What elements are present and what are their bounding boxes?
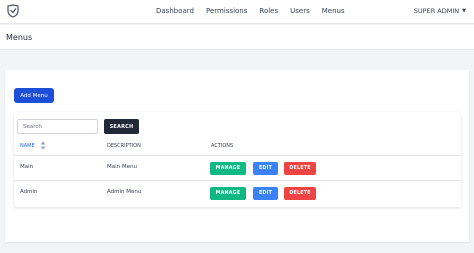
delete-button[interactable]: DELETE	[284, 187, 316, 200]
search-button[interactable]: SEARCH	[104, 119, 139, 134]
column-header-actions: ACTIONS	[211, 143, 234, 149]
nav-link-roles[interactable]: Roles	[259, 6, 278, 16]
table-row-description: Main Menu	[107, 164, 137, 170]
nav-links: Dashboard Permissions Roles Users Menus	[156, 6, 357, 16]
table-row-description: Admin Menu	[107, 189, 142, 195]
nav-link-permissions[interactable]: Permissions	[206, 6, 247, 16]
row-divider	[14, 180, 461, 181]
delete-button[interactable]: DELETE	[284, 162, 316, 175]
top-navbar: Dashboard Permissions Roles Users Menus …	[0, 0, 474, 24]
manage-button[interactable]: MANAGE	[210, 162, 246, 175]
table-row-name: Admin	[20, 189, 38, 195]
user-menu[interactable]: SUPER ADMIN ▼	[414, 6, 466, 16]
user-menu-label: SUPER ADMIN	[413, 7, 460, 15]
edit-button[interactable]: EDIT	[253, 162, 278, 175]
chevron-down-icon: ▼	[462, 8, 466, 14]
shield-logo-icon[interactable]	[6, 4, 20, 18]
nav-link-users[interactable]: Users	[290, 6, 310, 16]
header-divider	[14, 155, 461, 156]
sort-icon[interactable]	[40, 141, 46, 150]
page-title: Menus	[6, 33, 33, 42]
nav-link-menus[interactable]: Menus	[322, 6, 345, 16]
edit-button[interactable]: EDIT	[253, 187, 278, 200]
search-input[interactable]	[17, 119, 98, 134]
add-menu-button[interactable]: Add Menu	[14, 88, 54, 103]
column-header-name[interactable]: NAME	[20, 143, 35, 150]
nav-link-dashboard[interactable]: Dashboard	[156, 6, 194, 16]
page-header: Menus	[0, 25, 474, 50]
column-header-description: DESCRIPTION	[107, 143, 141, 149]
manage-button[interactable]: MANAGE	[210, 187, 246, 200]
table-row-name: Main	[20, 164, 34, 170]
